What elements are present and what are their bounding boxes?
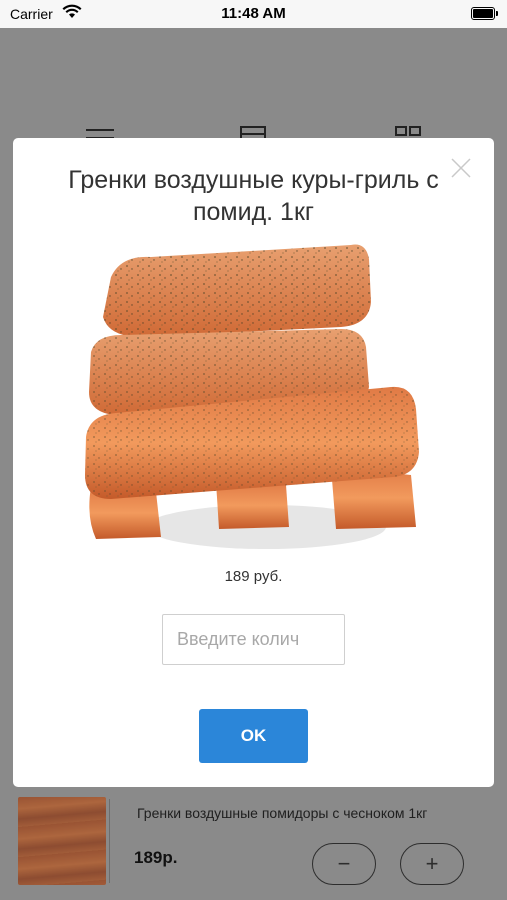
product-image — [81, 237, 427, 562]
item-price: 189р. — [134, 848, 178, 867]
list-item[interactable]: Гренки воздушные помидоры с чесноком 1кг… — [0, 787, 507, 900]
product-dialog: Гренки воздушные куры-гриль с помид. 1кг — [13, 138, 494, 787]
quantity-input[interactable] — [162, 614, 345, 665]
item-name: Гренки воздушные помидоры с чесноком 1кг — [137, 805, 428, 821]
battery-icon — [471, 7, 498, 20]
decrease-button[interactable]: − — [312, 843, 376, 885]
clock: 11:48 AM — [221, 5, 286, 22]
divider — [109, 799, 110, 883]
dialog-title: Гренки воздушные куры-гриль с помид. 1кг — [68, 166, 439, 226]
increase-button[interactable]: + — [400, 843, 464, 885]
product-thumbnail — [18, 797, 106, 885]
product-price: 189 руб. — [224, 568, 283, 585]
status-bar: Carrier 11:48 AM — [0, 0, 507, 28]
ok-button[interactable]: OK — [199, 709, 308, 763]
